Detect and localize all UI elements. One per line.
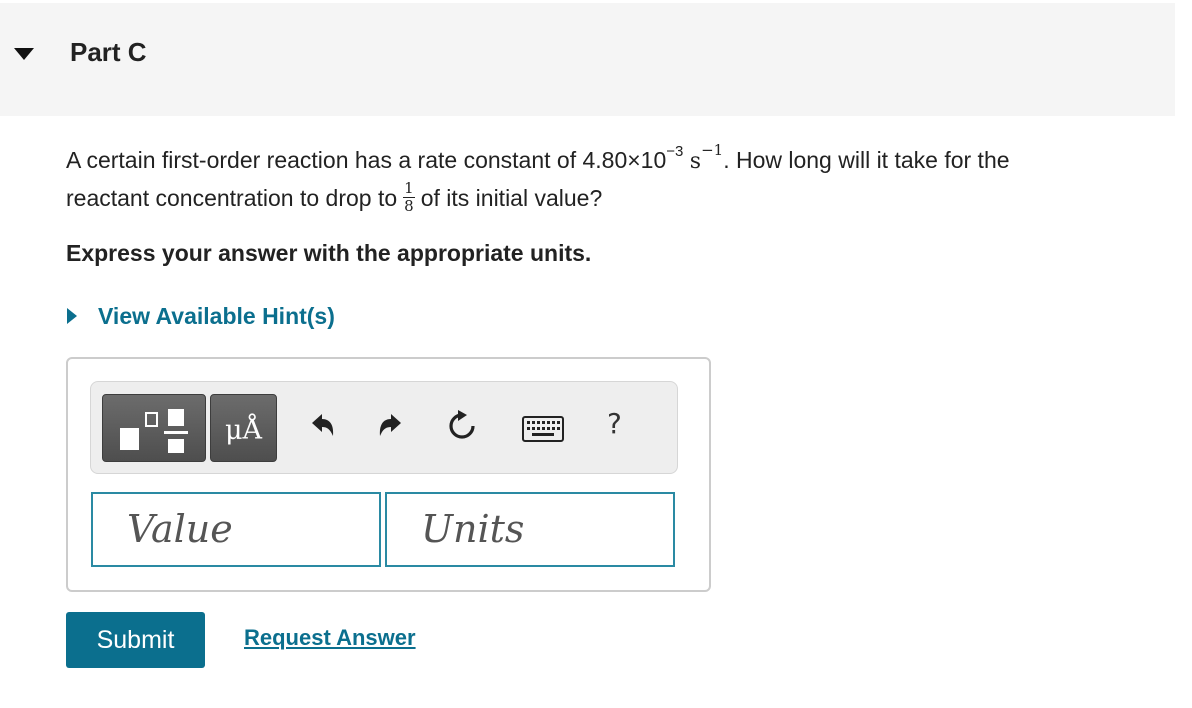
fraction-denominator: 8: [404, 197, 414, 216]
undo-icon[interactable]: [308, 412, 338, 442]
rate-unit: s: [689, 149, 702, 174]
units-input[interactable]: Units: [385, 492, 675, 567]
question-line-2: reactant concentration to drop to 1 8 of it…: [66, 180, 1166, 217]
part-title: Part C: [70, 37, 147, 67]
rate-exponent: −3: [666, 143, 684, 161]
view-hints-label: View Available Hint(s): [98, 302, 335, 329]
question-line1-prefix: A certain first-order reaction has a rat…: [66, 147, 667, 173]
triangle-down-icon[interactable]: [12, 45, 36, 63]
value-placeholder: Value: [127, 507, 233, 551]
request-answer-link[interactable]: Request Answer: [244, 625, 416, 651]
redo-icon[interactable]: [375, 412, 405, 442]
units-label: μÅ: [224, 415, 263, 446]
question-line2-suffix: of its initial value?: [420, 185, 603, 211]
templates-button[interactable]: [102, 394, 206, 462]
answer-panel: μÅ ? Value Units: [66, 357, 711, 592]
triangle-right-icon: [67, 308, 77, 324]
math-toolbar: μÅ ?: [90, 381, 678, 474]
question-line2-prefix: reactant concentration to drop to: [66, 185, 398, 211]
fraction: 18: [403, 181, 415, 214]
value-input[interactable]: Value: [91, 492, 381, 567]
question-line1-suffix: . How long will it take for the: [723, 147, 1010, 173]
help-button[interactable]: ?: [607, 407, 622, 440]
units-button[interactable]: μÅ: [210, 394, 277, 462]
units-placeholder: Units: [421, 507, 525, 551]
part-header: Part C: [0, 3, 1175, 116]
templates-icon: [120, 409, 188, 453]
question-line-1: A certain first-order reaction has a rat…: [66, 142, 1166, 180]
submit-button[interactable]: Submit: [66, 612, 205, 668]
view-hints-toggle[interactable]: View Available Hint(s): [66, 301, 335, 331]
keyboard-icon[interactable]: [522, 416, 564, 442]
fraction-numerator: 1: [403, 179, 415, 199]
instruction-text: Express your answer with the appropriate…: [66, 240, 592, 266]
reset-icon[interactable]: [446, 410, 478, 442]
rate-unit-exponent: −1: [701, 141, 724, 160]
question-text: A certain first-order reaction has a rat…: [66, 142, 1166, 217]
